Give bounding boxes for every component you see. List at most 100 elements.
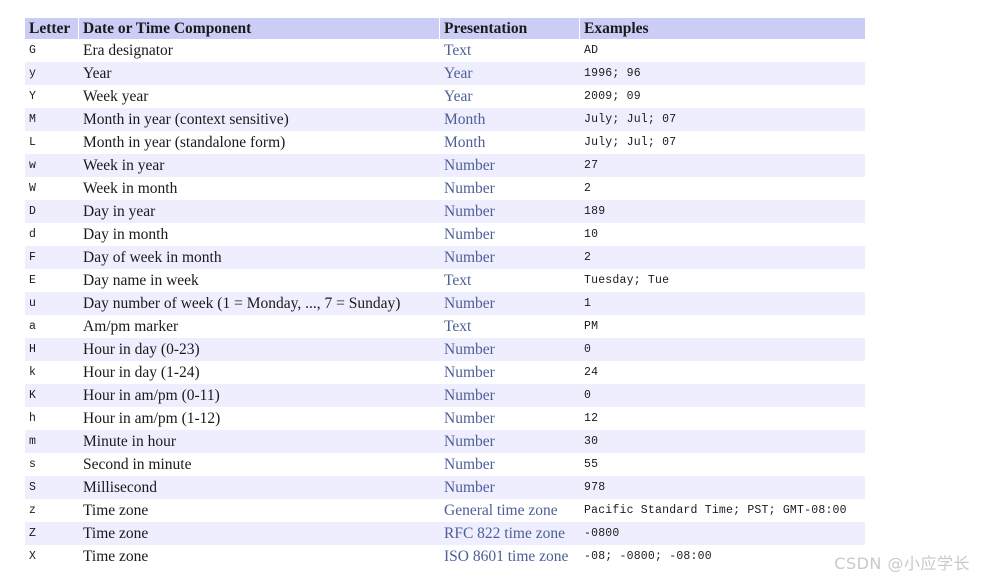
table-row: D Day in year Number 189 [25,200,865,223]
cell-examples: 189 [580,200,865,223]
table-row: L Month in year (standalone form) Month Jul… [25,131,865,154]
cell-examples: 12 [580,407,865,430]
cell-examples: 1 [580,292,865,315]
cell-component: Week in year [79,154,440,177]
cell-examples: Tuesday; Tue [580,269,865,292]
table-row: s Second in minute Number 55 [25,453,865,476]
table-row: h Hour in am/pm (1-12) Number 12 [25,407,865,430]
cell-component: Month in year (standalone form) [79,131,440,154]
cell-component: Day number of week (1 = Monday, ..., 7 =… [79,292,440,315]
table-row: G Era designator Text AD [25,39,865,62]
cell-examples: 55 [580,453,865,476]
cell-letter: S [25,476,79,499]
cell-presentation: Number [440,223,580,246]
table-row: w Week in year Number 27 [25,154,865,177]
cell-component: Minute in hour [79,430,440,453]
cell-component: Hour in day (1-24) [79,361,440,384]
table-row: Z Time zone RFC 822 time zone -0800 [25,522,865,545]
cell-examples: Pacific Standard Time; PST; GMT-08:00 [580,499,865,522]
cell-letter: Y [25,85,79,108]
cell-examples: July; Jul; 07 [580,131,865,154]
cell-component: Hour in am/pm (1-12) [79,407,440,430]
cell-component: Era designator [79,39,440,62]
cell-letter: d [25,223,79,246]
cell-letter: w [25,154,79,177]
cell-component: Hour in am/pm (0-11) [79,384,440,407]
cell-letter: Z [25,522,79,545]
cell-examples: -08; -0800; -08:00 [580,545,865,568]
cell-examples: 10 [580,223,865,246]
table-row: F Day of week in month Number 2 [25,246,865,269]
cell-examples: AD [580,39,865,62]
table-row: H Hour in day (0-23) Number 0 [25,338,865,361]
cell-letter: X [25,545,79,568]
cell-presentation: Number [440,292,580,315]
table-row: m Minute in hour Number 30 [25,430,865,453]
cell-letter: M [25,108,79,131]
table-row: K Hour in am/pm (0-11) Number 0 [25,384,865,407]
cell-presentation: Number [440,200,580,223]
column-header-examples: Examples [580,18,865,39]
cell-examples: 0 [580,384,865,407]
table-row: k Hour in day (1-24) Number 24 [25,361,865,384]
cell-component: Second in minute [79,453,440,476]
table-row: Y Week year Year 2009; 09 [25,85,865,108]
cell-component: Year [79,62,440,85]
cell-component: Month in year (context sensitive) [79,108,440,131]
cell-presentation: ISO 8601 time zone [440,545,580,568]
table-row: X Time zone ISO 8601 time zone -08; -0800; … [25,545,865,568]
cell-examples: 0 [580,338,865,361]
cell-component: Week in month [79,177,440,200]
cell-letter: z [25,499,79,522]
cell-letter: s [25,453,79,476]
csdn-watermark: CSDN @小应学长 [834,554,970,573]
table-header-row: Letter Date or Time Component Presentati… [25,18,865,39]
cell-examples: July; Jul; 07 [580,108,865,131]
cell-letter: F [25,246,79,269]
cell-letter: u [25,292,79,315]
cell-component: Hour in day (0-23) [79,338,440,361]
cell-presentation: Number [440,338,580,361]
cell-letter: m [25,430,79,453]
cell-letter: H [25,338,79,361]
cell-examples: PM [580,315,865,338]
cell-examples: 2 [580,177,865,200]
cell-component: Week year [79,85,440,108]
table-body: G Era designator Text AD y Year Year 1996; 96 Y W… [25,39,865,568]
column-header-letter: Letter [25,18,79,39]
cell-component: Time zone [79,545,440,568]
cell-letter: G [25,39,79,62]
cell-presentation: Text [440,269,580,292]
cell-presentation: Number [440,407,580,430]
table-row: S Millisecond Number 978 [25,476,865,499]
date-format-pattern-table: Letter Date or Time Component Presentati… [25,18,865,568]
cell-component: Day in month [79,223,440,246]
cell-letter: D [25,200,79,223]
cell-letter: y [25,62,79,85]
cell-component: Time zone [79,499,440,522]
cell-presentation: Text [440,315,580,338]
cell-presentation: Month [440,131,580,154]
cell-component: Millisecond [79,476,440,499]
table-row: M Month in year (context sensitive) Month J… [25,108,865,131]
cell-letter: W [25,177,79,200]
table-row: z Time zone General time zone Pacific Stand… [25,499,865,522]
table-row: E Day name in week Text Tuesday; Tue [25,269,865,292]
table-row: a Am/pm marker Text PM [25,315,865,338]
table-row: u Day number of week (1 = Monday, ..., 7 … [25,292,865,315]
cell-presentation: Number [440,246,580,269]
cell-examples: 24 [580,361,865,384]
cell-component: Am/pm marker [79,315,440,338]
cell-presentation: Year [440,85,580,108]
cell-component: Time zone [79,522,440,545]
cell-presentation: RFC 822 time zone [440,522,580,545]
cell-examples: 1996; 96 [580,62,865,85]
cell-presentation: Text [440,39,580,62]
cell-examples: 2009; 09 [580,85,865,108]
cell-letter: E [25,269,79,292]
cell-letter: a [25,315,79,338]
column-header-presentation: Presentation [440,18,580,39]
cell-presentation: Number [440,154,580,177]
column-header-component: Date or Time Component [79,18,440,39]
cell-letter: k [25,361,79,384]
